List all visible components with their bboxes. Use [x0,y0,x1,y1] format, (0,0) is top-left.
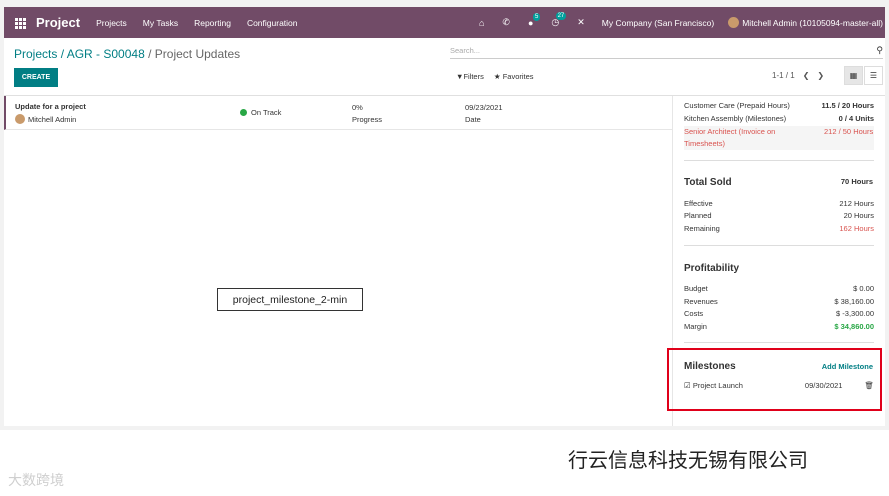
sold-line: Kitchen Assembly (Milestones) 0 / 4 Unit… [684,114,874,123]
hours-label: Planned [684,211,712,220]
profit-value: $ 0.00 [853,284,874,293]
favorites-dropdown[interactable]: ★ Favorites [494,72,534,81]
sold-line: Senior Architect (Invoice on Timesheets)… [684,126,874,150]
profit-label: Budget [684,284,708,293]
divider [684,160,874,161]
update-card[interactable]: Update for a project Mitchell Admin On T… [4,96,672,130]
sold-line: Customer Care (Prepaid Hours) 11.5 / 20 … [684,101,874,110]
total-sold-value: 70 Hours [840,177,873,186]
watermark-right: 行云信息科技无锡有限公司 [568,448,808,472]
phone-icon[interactable]: ✆ [502,17,510,28]
top-navbar: Project Projects My Tasks Reporting Conf… [4,7,885,38]
filters-dropdown[interactable]: ▼Filters [456,72,484,81]
breadcrumb-separator: / [57,47,67,61]
author-avatar [15,114,25,124]
menu-item-reporting[interactable]: Reporting [194,18,231,28]
profit-value: $ 38,160.00 [834,297,874,306]
pager-next-icon[interactable]: ❯ [817,71,824,80]
pager-value[interactable]: 1-1 / 1 [772,71,795,80]
sold-line-name: Kitchen Assembly (Milestones) [684,114,787,123]
user-menu[interactable]: Mitchell Admin (10105094-master-all) [742,18,883,28]
breadcrumb-projects[interactable]: Projects [14,47,57,61]
hours-label: Remaining [684,224,720,233]
main-menu: Projects My Tasks Reporting Configuratio… [96,18,297,28]
status-label: On Track [251,108,282,117]
hours-row: Effective 212 Hours [684,199,874,208]
pager-previous-icon[interactable]: ❮ [803,71,810,80]
messages-icon[interactable]: ● 5 [528,12,541,28]
image-caption: project_milestone_2-min [217,288,363,311]
hours-value: 20 Hours [843,211,874,220]
profit-label: Revenues [684,297,718,306]
menu-item-projects[interactable]: Projects [96,18,127,28]
profit-value: $ 34,860.00 [834,322,874,331]
hours-row: Planned 20 Hours [684,211,874,220]
apps-menu-icon[interactable] [15,17,26,29]
profit-row: Margin $ 34,860.00 [684,322,874,331]
profit-value: $ -3,300.00 [836,309,874,318]
update-name: Update for a project [15,102,86,111]
author-name: Mitchell Admin [28,114,77,124]
messages-badge: 5 [533,12,541,21]
activities-icon[interactable]: ◷ 27 [551,12,567,28]
user-avatar[interactable] [728,17,740,28]
sold-line-name: Senior Architect (Invoice on Timesheets) [684,127,776,148]
filters-label: Filters [463,72,484,81]
filter-bar: ▼Filters ★ Favorites [456,72,534,81]
search-input[interactable]: Search... ⚲ [450,43,883,59]
kanban-area: Update for a project Mitchell Admin On T… [4,96,672,426]
profitability-title: Profitability [684,263,740,274]
profit-row: Costs $ -3,300.00 [684,309,874,318]
hours-value: 162 Hours [839,224,874,233]
pager: 1-1 / 1 ❮ ❯ [772,71,824,80]
profit-label: Costs [684,309,704,318]
favorites-label: Favorites [502,72,534,81]
breadcrumb-separator: / [144,47,155,61]
menu-item-my-tasks[interactable]: My Tasks [143,18,178,28]
watermark-left: 大数跨境 [8,473,64,489]
progress-value: 0% [352,103,363,112]
home-icon[interactable]: ⌂ [479,18,484,28]
hours-label: Effective [684,199,713,208]
hours-value: 212 Hours [839,199,874,208]
profit-label: Margin [684,322,707,331]
date-field: 09/23/2021 Date [465,102,503,126]
close-icon[interactable]: ✕ [577,17,585,28]
list-view-icon[interactable]: ☰ [864,66,883,85]
systray: ⌂ ✆ ● 5 ◷ 27 ✕ My Company (San Francisco) … [470,7,885,38]
menu-item-configuration[interactable]: Configuration [247,18,298,28]
hours-row: Remaining 162 Hours [684,224,874,233]
company-switcher[interactable]: My Company (San Francisco) [602,18,714,28]
search-icon[interactable]: ⚲ [876,45,883,56]
progress-label: Progress [352,115,383,124]
profit-row: Revenues $ 38,160.00 [684,297,874,306]
divider [684,245,874,246]
date-value: 09/23/2021 [465,103,503,112]
breadcrumb-project[interactable]: AGR - S00048 [67,47,145,61]
total-sold-title: Total Sold [684,177,732,188]
breadcrumb: Projects / AGR - S00048 / Project Update… [14,47,240,61]
sold-line-value: 11.5 / 20 Hours [821,101,874,110]
kanban-view-icon[interactable]: ▦ [844,66,863,85]
star-icon: ★ [493,72,501,81]
sold-line-name: Customer Care (Prepaid Hours) [684,101,790,110]
app-name[interactable]: Project [36,15,80,30]
create-button[interactable]: CREATE [14,68,58,87]
profit-row: Budget $ 0.00 [684,284,874,293]
progress-field: 0% Progress [352,102,382,126]
divider [684,342,874,343]
date-label: Date [465,115,481,124]
sold-line-value: 0 / 4 Units [838,114,874,123]
highlight-box [667,348,882,411]
control-panel: Projects / AGR - S00048 / Project Update… [4,38,885,96]
sold-line-value: 212 / 50 Hours [824,127,874,136]
update-author: Mitchell Admin [15,114,76,124]
breadcrumb-current: Project Updates [154,47,241,61]
activities-badge: 27 [555,12,567,20]
search-placeholder: Search... [450,46,481,55]
status-badge: On Track [240,108,281,117]
status-dot-icon [240,109,247,116]
